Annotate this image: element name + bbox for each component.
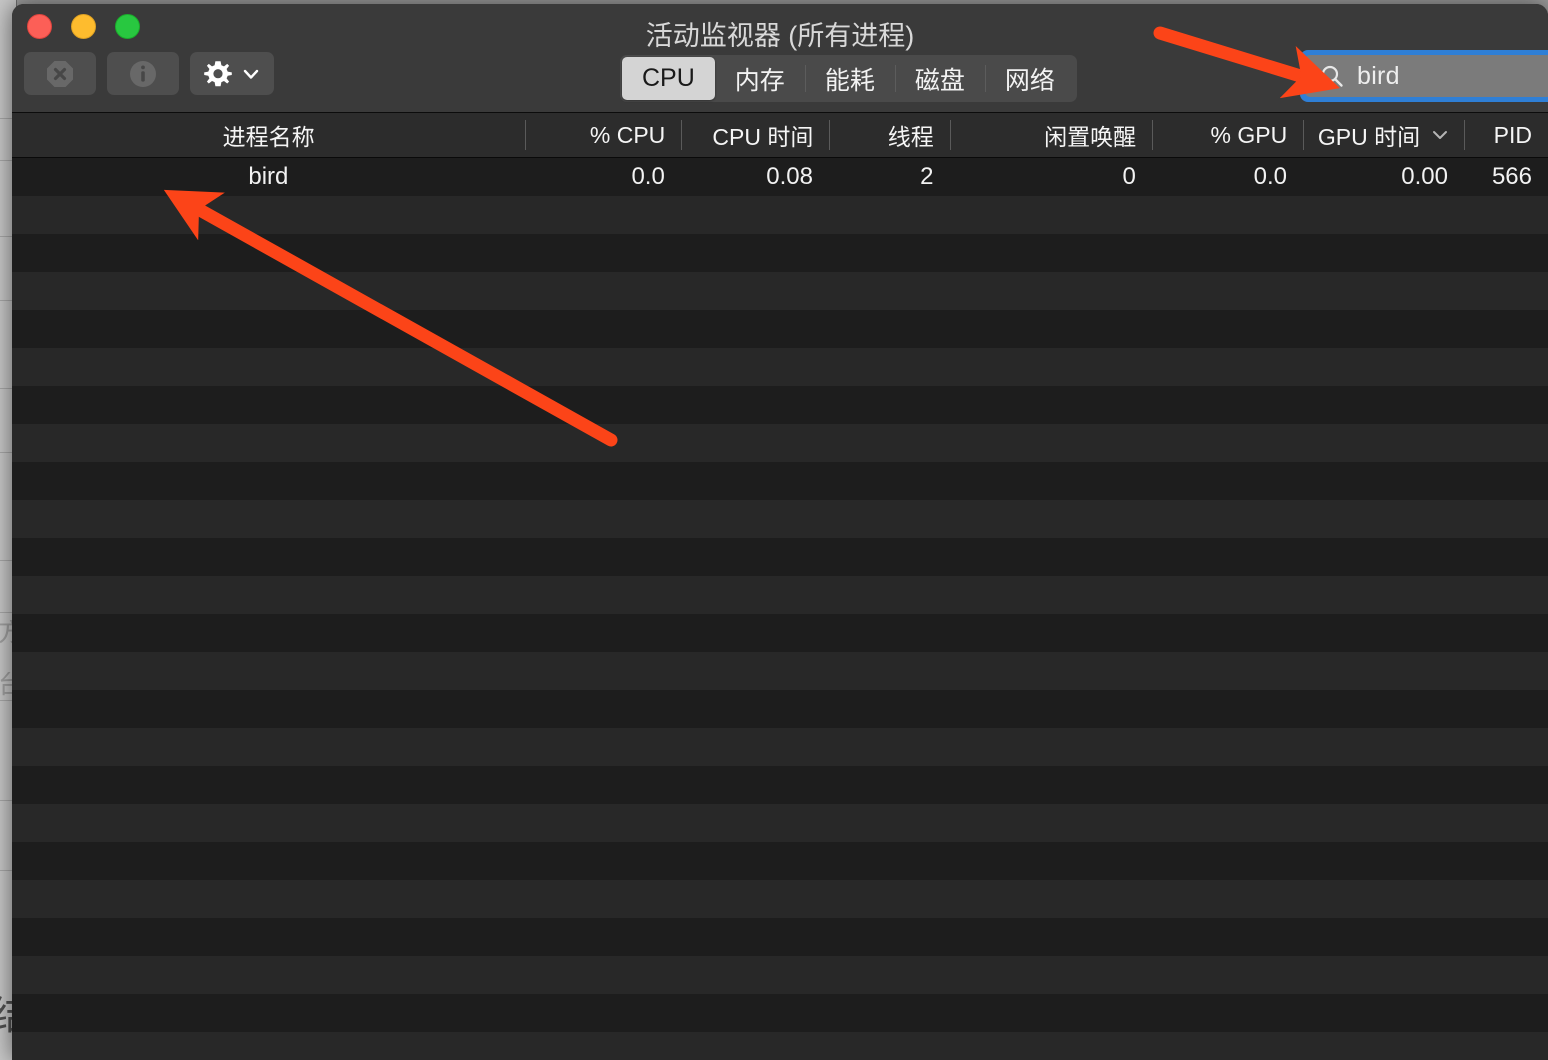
- tab-cpu[interactable]: CPU: [622, 57, 715, 100]
- column-header-process-name[interactable]: 进程名称: [12, 113, 525, 157]
- table-row[interactable]: [12, 994, 1548, 1032]
- table-row[interactable]: [12, 652, 1548, 690]
- column-header-pid[interactable]: PID: [1464, 113, 1548, 157]
- table-row[interactable]: [12, 386, 1548, 424]
- table-row[interactable]: [12, 880, 1548, 918]
- tab-network-label: 网络: [1004, 66, 1055, 95]
- search-input-value: bird: [1357, 61, 1400, 90]
- gear-icon: [204, 60, 232, 86]
- table-row[interactable]: [12, 842, 1548, 880]
- table-row[interactable]: [12, 500, 1548, 538]
- cell-pid: 566: [1491, 163, 1532, 190]
- column-header-gpu[interactable]: % GPU: [1152, 113, 1303, 157]
- cell-idle_wake: 0: [1122, 163, 1136, 190]
- info-circle-icon: [130, 60, 156, 87]
- activity-monitor-window: 活动监视器 (所有进程) CPU 内存 能耗 磁盘 网络 bird 进程名称 %…: [12, 4, 1548, 1060]
- tab-network[interactable]: 网络: [984, 57, 1075, 100]
- window-title: 活动监视器 (所有进程): [645, 21, 915, 51]
- search-field-focus-ring: bird: [1300, 50, 1548, 102]
- quit-process-button[interactable]: [24, 52, 96, 95]
- column-header-cpu-time[interactable]: CPU 时间: [681, 113, 829, 157]
- table-row[interactable]: bird 0.0 0.08 2 0 0.0 0.00 566: [12, 158, 1548, 196]
- tab-memory[interactable]: 内存: [715, 57, 805, 100]
- search-input[interactable]: bird: [1305, 55, 1548, 97]
- table-row[interactable]: [12, 728, 1548, 766]
- toolbar-buttons: [24, 52, 274, 95]
- column-header-pid-label: PID: [1493, 121, 1532, 148]
- column-header-cpu-time-label: CPU 时间: [712, 124, 814, 150]
- cell-gpu: 0.0: [1253, 163, 1287, 190]
- table-row[interactable]: [12, 690, 1548, 728]
- table-row[interactable]: [12, 234, 1548, 272]
- table-row[interactable]: [12, 804, 1548, 842]
- window-titlebar: 活动监视器 (所有进程) CPU 内存 能耗 磁盘 网络 bird: [12, 4, 1548, 113]
- chevron-down-icon: [1433, 131, 1448, 139]
- cell-cpu: 0.0: [631, 163, 665, 190]
- column-header-idle-wakeups[interactable]: 闲置唤醒: [949, 113, 1152, 157]
- cell-gpu_time: 0.00: [1401, 163, 1448, 190]
- tab-disk-label: 磁盘: [914, 66, 965, 95]
- view-tabs: CPU 内存 能耗 磁盘 网络: [620, 55, 1077, 102]
- column-header-idle-wakeups-label: 闲置唤醒: [1044, 124, 1137, 150]
- column-header-gpu-time[interactable]: GPU 时间: [1303, 113, 1464, 157]
- tab-disk[interactable]: 磁盘: [894, 57, 985, 100]
- tab-memory-label: 内存: [734, 66, 785, 95]
- column-header-threads-label: 线程: [887, 124, 934, 150]
- column-header-cpu-label: % CPU: [589, 121, 666, 148]
- table-row[interactable]: [12, 348, 1548, 386]
- table-row[interactable]: [12, 766, 1548, 804]
- column-header-gpu-label: % GPU: [1210, 121, 1288, 148]
- table-row[interactable]: [12, 538, 1548, 576]
- table-row[interactable]: [12, 272, 1548, 310]
- octagon-x-icon: [47, 60, 73, 87]
- cell-name: bird: [248, 163, 289, 190]
- cell-cpu_time: 0.08: [766, 163, 813, 190]
- tab-energy[interactable]: 能耗: [804, 57, 895, 100]
- column-header-cpu[interactable]: % CPU: [525, 113, 681, 157]
- process-table: bird 0.0 0.08 2 0 0.0 0.00 566: [12, 158, 1548, 1060]
- view-settings-button[interactable]: [190, 52, 274, 95]
- inspect-process-button[interactable]: [107, 52, 179, 95]
- table-row[interactable]: [12, 576, 1548, 614]
- column-header-threads[interactable]: 线程: [829, 113, 949, 157]
- tab-cpu-label: CPU: [642, 64, 695, 92]
- cell-threads: 2: [920, 163, 934, 190]
- tab-energy-label: 能耗: [824, 66, 875, 95]
- table-row[interactable]: [12, 956, 1548, 994]
- table-row[interactable]: [12, 1032, 1548, 1060]
- table-header-row: 进程名称 % CPU CPU 时间 线程 闲置唤醒 % GPU GPU 时间 P…: [12, 113, 1548, 158]
- table-row[interactable]: [12, 196, 1548, 234]
- column-header-process-name-label: 进程名称: [222, 124, 315, 150]
- table-row[interactable]: [12, 614, 1548, 652]
- search-icon: [1321, 65, 1343, 87]
- table-row[interactable]: [12, 310, 1548, 348]
- chevron-down-icon: [243, 69, 259, 79]
- screen: 方 台 结 活动监视器 (所有进程): [0, 0, 1548, 1060]
- table-row[interactable]: [12, 424, 1548, 462]
- table-row[interactable]: [12, 918, 1548, 956]
- table-row[interactable]: [12, 462, 1548, 500]
